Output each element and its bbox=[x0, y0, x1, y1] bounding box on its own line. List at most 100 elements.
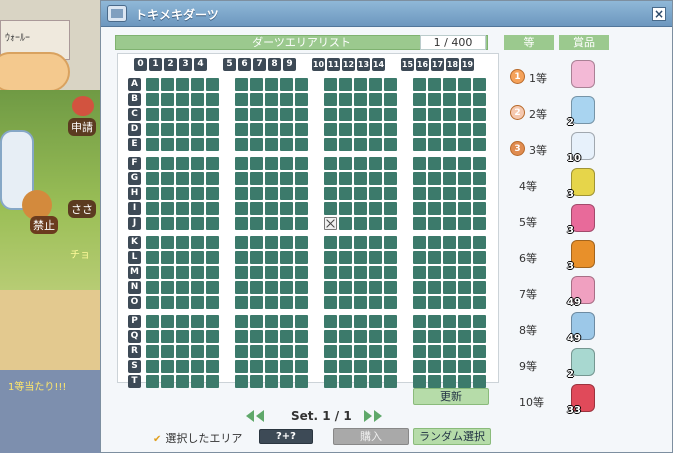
dart-cell[interactable] bbox=[473, 281, 486, 294]
dart-cell[interactable] bbox=[176, 217, 189, 230]
dart-cell[interactable] bbox=[280, 281, 293, 294]
dart-cell[interactable] bbox=[413, 315, 426, 328]
dart-cell[interactable] bbox=[354, 78, 367, 91]
dart-cell[interactable] bbox=[176, 375, 189, 388]
dart-cell[interactable] bbox=[235, 172, 248, 185]
dart-cell[interactable] bbox=[146, 187, 159, 200]
dart-cell[interactable] bbox=[369, 375, 382, 388]
dart-cell[interactable] bbox=[250, 123, 263, 136]
dart-cell[interactable] bbox=[339, 281, 352, 294]
dart-cell[interactable] bbox=[384, 360, 397, 373]
dart-cell[interactable] bbox=[265, 375, 278, 388]
random-select-button[interactable]: ランダム選択 bbox=[413, 428, 491, 445]
dart-cell[interactable] bbox=[250, 202, 263, 215]
dart-cell[interactable] bbox=[324, 266, 337, 279]
dart-cell[interactable] bbox=[161, 123, 174, 136]
dart-cell[interactable] bbox=[280, 217, 293, 230]
dart-cell[interactable] bbox=[265, 187, 278, 200]
dart-cell[interactable] bbox=[384, 251, 397, 264]
scene-tag-forbid[interactable]: 禁止 bbox=[30, 216, 58, 234]
dart-cell[interactable] bbox=[250, 281, 263, 294]
dart-cell[interactable] bbox=[191, 217, 204, 230]
dart-cell[interactable] bbox=[235, 360, 248, 373]
dart-cell[interactable] bbox=[250, 330, 263, 343]
dart-cell[interactable] bbox=[384, 296, 397, 309]
dart-cell[interactable] bbox=[176, 108, 189, 121]
dart-cell[interactable] bbox=[161, 157, 174, 170]
dart-cell[interactable] bbox=[280, 315, 293, 328]
dart-cell[interactable] bbox=[206, 172, 219, 185]
dart-cell[interactable] bbox=[280, 123, 293, 136]
dart-cell[interactable] bbox=[146, 266, 159, 279]
dart-cell[interactable] bbox=[354, 281, 367, 294]
prize-item-2[interactable]: 2 bbox=[567, 96, 597, 128]
dart-cell[interactable] bbox=[176, 157, 189, 170]
dart-cell[interactable] bbox=[473, 360, 486, 373]
dart-cell[interactable] bbox=[458, 281, 471, 294]
dart-cell[interactable] bbox=[443, 78, 456, 91]
dart-cell[interactable] bbox=[473, 375, 486, 388]
dart-cell[interactable] bbox=[458, 187, 471, 200]
dart-cell[interactable] bbox=[191, 93, 204, 106]
dart-cell[interactable] bbox=[265, 281, 278, 294]
dart-cell[interactable] bbox=[339, 93, 352, 106]
dart-cell[interactable] bbox=[146, 236, 159, 249]
dart-cell[interactable] bbox=[413, 78, 426, 91]
dart-cell[interactable] bbox=[369, 202, 382, 215]
dart-cell[interactable] bbox=[191, 266, 204, 279]
dart-cell[interactable] bbox=[146, 78, 159, 91]
dart-cell[interactable] bbox=[369, 345, 382, 358]
dart-cell[interactable] bbox=[295, 202, 308, 215]
dart-cell[interactable] bbox=[458, 138, 471, 151]
dart-cell[interactable] bbox=[146, 360, 159, 373]
dart-cell[interactable] bbox=[295, 217, 308, 230]
dart-cell[interactable] bbox=[250, 187, 263, 200]
dart-cell[interactable] bbox=[443, 296, 456, 309]
dart-cell[interactable] bbox=[146, 123, 159, 136]
dart-cell[interactable] bbox=[146, 157, 159, 170]
dart-cell[interactable] bbox=[295, 345, 308, 358]
dart-cell[interactable] bbox=[384, 138, 397, 151]
dart-cell[interactable] bbox=[176, 360, 189, 373]
dart-cell[interactable] bbox=[250, 266, 263, 279]
dart-cell[interactable] bbox=[473, 330, 486, 343]
dart-cell[interactable] bbox=[235, 315, 248, 328]
dart-cell[interactable] bbox=[458, 251, 471, 264]
dart-cell[interactable] bbox=[295, 138, 308, 151]
dart-cell[interactable] bbox=[265, 266, 278, 279]
dart-cell[interactable] bbox=[206, 251, 219, 264]
dart-cell[interactable] bbox=[354, 251, 367, 264]
dart-cell[interactable] bbox=[443, 330, 456, 343]
dart-cell[interactable] bbox=[235, 345, 248, 358]
dart-cell[interactable] bbox=[458, 172, 471, 185]
dart-cell[interactable] bbox=[369, 281, 382, 294]
dart-cell[interactable] bbox=[354, 187, 367, 200]
dart-cell[interactable] bbox=[250, 375, 263, 388]
dart-cell[interactable] bbox=[265, 236, 278, 249]
dart-cell[interactable] bbox=[413, 202, 426, 215]
dart-cell[interactable] bbox=[354, 315, 367, 328]
dart-cell[interactable] bbox=[443, 360, 456, 373]
dart-cell[interactable] bbox=[280, 93, 293, 106]
dart-cell[interactable] bbox=[339, 360, 352, 373]
dart-cell[interactable] bbox=[384, 315, 397, 328]
dart-cell[interactable] bbox=[369, 330, 382, 343]
dart-cell[interactable] bbox=[235, 330, 248, 343]
dart-cell[interactable] bbox=[161, 296, 174, 309]
dart-cell[interactable] bbox=[339, 157, 352, 170]
dart-cell[interactable] bbox=[206, 375, 219, 388]
dart-cell[interactable] bbox=[161, 345, 174, 358]
dart-cell[interactable] bbox=[324, 187, 337, 200]
dart-cell[interactable] bbox=[369, 360, 382, 373]
prize-item-7[interactable]: 49 bbox=[567, 276, 597, 308]
update-button[interactable]: 更新 bbox=[413, 388, 489, 405]
dart-cell[interactable] bbox=[161, 315, 174, 328]
dart-cell[interactable] bbox=[339, 296, 352, 309]
dart-cell[interactable] bbox=[339, 217, 352, 230]
dart-cell[interactable] bbox=[295, 360, 308, 373]
dart-cell[interactable] bbox=[384, 202, 397, 215]
dart-cell[interactable] bbox=[473, 202, 486, 215]
dart-cell[interactable] bbox=[458, 217, 471, 230]
dart-cell[interactable] bbox=[235, 236, 248, 249]
dart-cell[interactable] bbox=[265, 330, 278, 343]
